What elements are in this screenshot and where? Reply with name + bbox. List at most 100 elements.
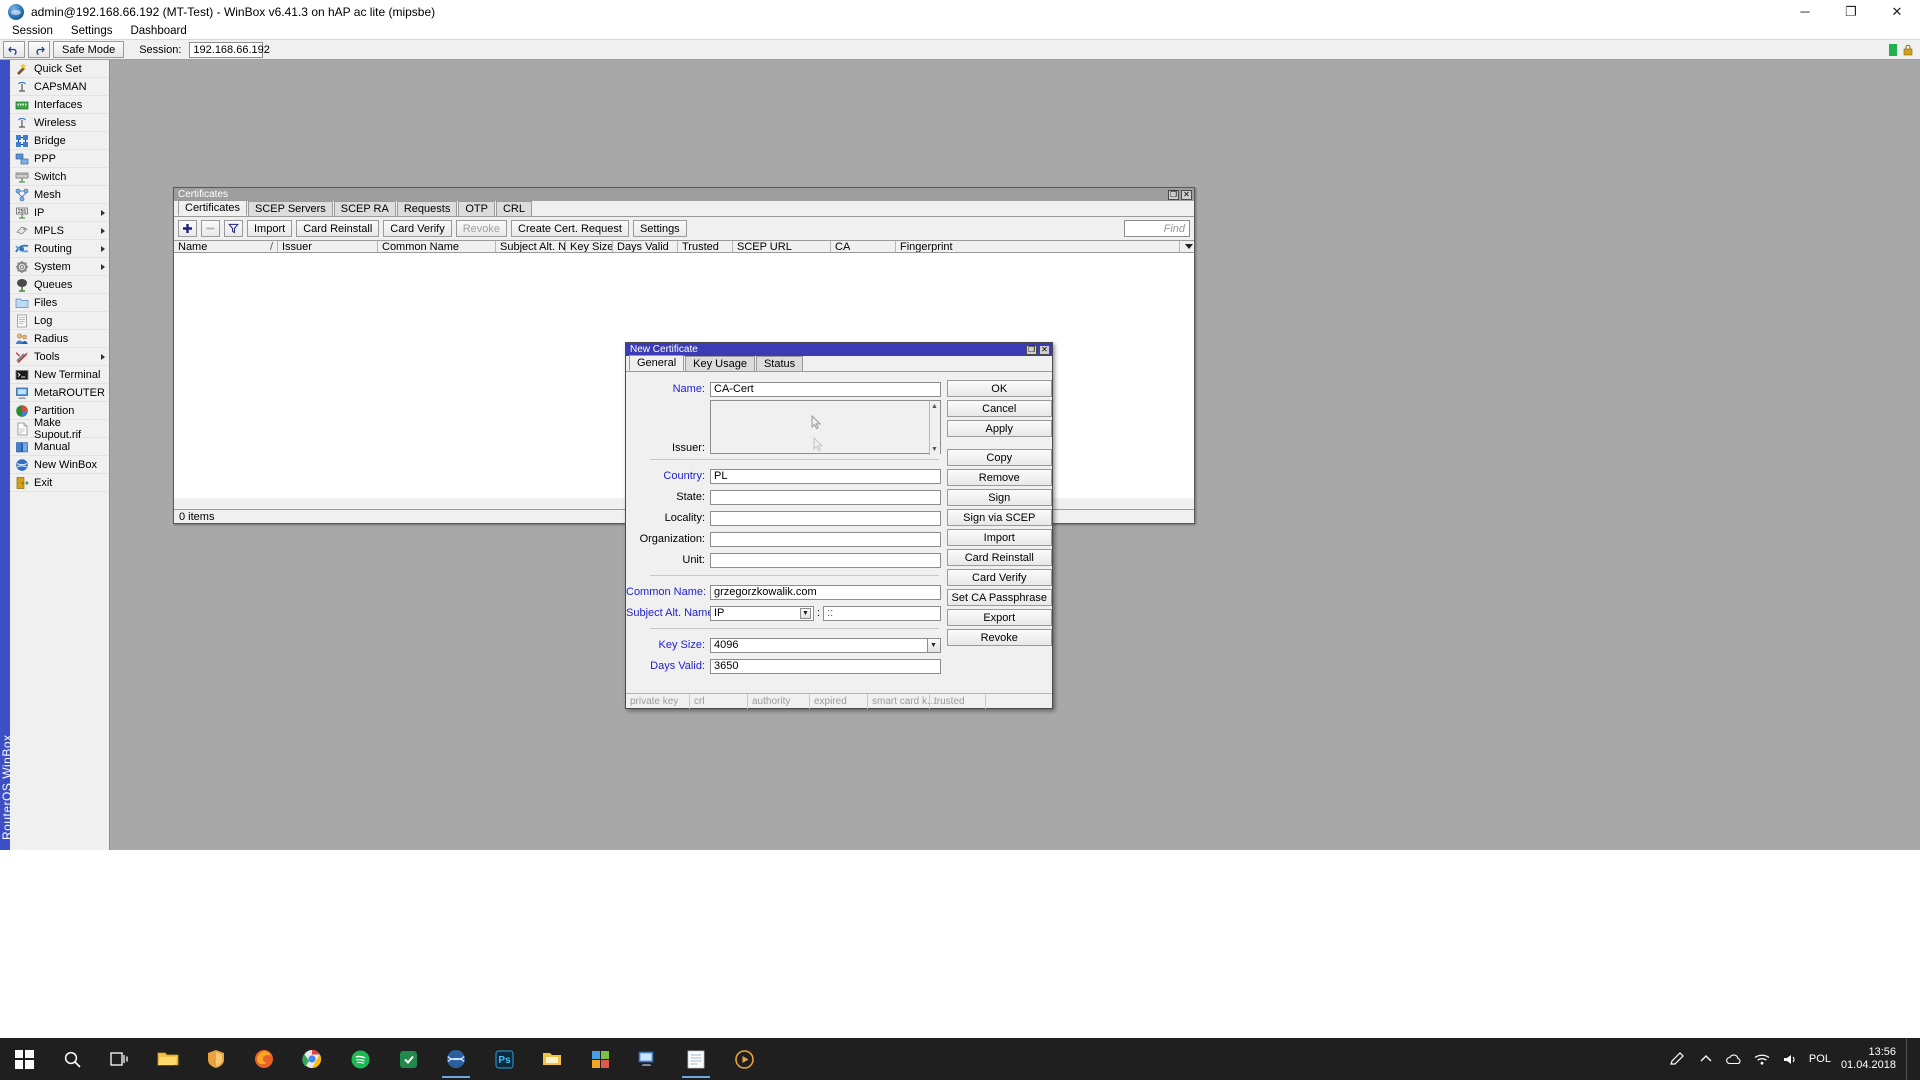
column-header-days-valid[interactable]: Days Valid	[613, 241, 678, 252]
sidebar-item-tools[interactable]: Tools	[10, 348, 109, 366]
ok-button[interactable]: OK	[946, 380, 1052, 397]
export-button[interactable]: Export	[946, 609, 1052, 626]
common-name-field[interactable]: grzegorzkowalik.com	[710, 584, 941, 600]
column-header-scep-url[interactable]: SCEP URL	[733, 241, 831, 252]
clock[interactable]: 13:56 01.04.2018	[1841, 1046, 1896, 1072]
tab-scep-ra[interactable]: SCEP RA	[333, 201, 396, 216]
certificates-close-button[interactable]: ✕	[1181, 189, 1192, 200]
search-icon[interactable]	[48, 1038, 96, 1080]
sidebar-item-mesh[interactable]: Mesh	[10, 186, 109, 204]
windows-start-icon[interactable]	[0, 1038, 48, 1080]
organization-field[interactable]	[710, 531, 941, 547]
column-header-subject-alt[interactable]: Subject Alt. N...	[496, 241, 566, 252]
unit-field[interactable]	[710, 552, 941, 568]
show-hidden-icons-icon[interactable]	[1697, 1050, 1715, 1068]
sidebar-item-switch[interactable]: Switch	[10, 168, 109, 186]
sidebar-item-bridge[interactable]: Bridge	[10, 132, 109, 150]
tab-scep-servers[interactable]: SCEP Servers	[248, 201, 333, 216]
key-size-field[interactable]: 4096	[710, 637, 928, 653]
remove-button[interactable]: Remove	[946, 469, 1052, 486]
card-reinstall-button[interactable]: Card Reinstall	[296, 220, 380, 237]
country-field[interactable]: PL	[710, 468, 941, 484]
sidebar-item-queues[interactable]: Queues	[10, 276, 109, 294]
file-explorer-icon[interactable]	[144, 1038, 192, 1080]
column-header-common-name[interactable]: Common Name	[378, 241, 496, 252]
state-field[interactable]	[710, 489, 941, 505]
dialog-title-bar[interactable]: New Certificate ❐ ✕	[626, 343, 1052, 356]
safe-mode-button[interactable]: Safe Mode	[53, 41, 125, 58]
card-reinstall-button[interactable]: Card Reinstall	[946, 549, 1052, 566]
tab-requests[interactable]: Requests	[396, 201, 458, 216]
add-button[interactable]	[178, 220, 197, 237]
sidebar-item-new-winbox[interactable]: New WinBox	[10, 456, 109, 474]
sidebar-item-quick-set[interactable]: Quick Set	[10, 60, 109, 78]
sidebar-item-capsman[interactable]: CAPsMAN	[10, 78, 109, 96]
column-chooser-button[interactable]	[1180, 241, 1194, 252]
sidebar-item-ip[interactable]: 255 IP	[10, 204, 109, 222]
menu-item-session[interactable]: Session	[3, 25, 62, 37]
redo-button[interactable]	[28, 41, 50, 58]
column-header-name[interactable]: Name /	[174, 241, 278, 252]
session-address-input[interactable]: 192.168.66.192	[189, 41, 270, 58]
dialog-close-button[interactable]: ✕	[1039, 344, 1050, 355]
task-view-icon[interactable]	[96, 1038, 144, 1080]
apply-button[interactable]: Apply	[946, 420, 1052, 437]
shield-icon[interactable]	[192, 1038, 240, 1080]
spotify-icon[interactable]	[336, 1038, 384, 1080]
import-button[interactable]: Import	[247, 220, 293, 237]
tab-status[interactable]: Status	[755, 356, 804, 371]
create-cert-request-button[interactable]: Create Cert. Request	[511, 220, 629, 237]
chrome-icon[interactable]	[288, 1038, 336, 1080]
dialog-restore-button[interactable]: ❐	[1026, 344, 1037, 355]
days-valid-field[interactable]: 3650	[710, 658, 941, 674]
menu-item-settings[interactable]: Settings	[62, 25, 122, 37]
issuer-scrollbar[interactable]: ▲ ▼	[928, 401, 940, 455]
sidebar-item-routing[interactable]: Routing	[10, 240, 109, 258]
remove-button[interactable]	[201, 220, 220, 237]
set-ca-passphrase-button[interactable]: Set CA Passphrase	[946, 589, 1052, 606]
tab-key-usage[interactable]: Key Usage	[685, 356, 755, 371]
column-header-trusted[interactable]: Trusted	[678, 241, 733, 252]
card-verify-button[interactable]: Card Verify	[946, 569, 1052, 586]
tab-crl[interactable]: CRL	[495, 201, 532, 216]
sidebar-item-mpls[interactable]: MPLS	[10, 222, 109, 240]
filter-button[interactable]	[224, 220, 243, 237]
settings-button[interactable]: Settings	[632, 220, 687, 237]
certificates-window-title-bar[interactable]: Certificates ❐ ✕	[174, 188, 1194, 201]
find-input[interactable]: Find	[1124, 220, 1190, 237]
sidebar-item-metarouter[interactable]: MetaROUTER	[10, 384, 109, 402]
sidebar-item-ppp[interactable]: PPP	[10, 150, 109, 168]
sidebar-item-new-terminal[interactable]: New Terminal	[10, 366, 109, 384]
sign-button[interactable]: Sign	[946, 489, 1052, 506]
green-app-icon[interactable]	[384, 1038, 432, 1080]
volume-icon[interactable]	[1781, 1050, 1799, 1068]
certificates-restore-button[interactable]: ❐	[1168, 189, 1179, 200]
scroll-up-icon[interactable]: ▲	[930, 401, 940, 412]
pen-icon[interactable]	[1669, 1050, 1687, 1068]
show-desktop-button[interactable]	[1906, 1038, 1912, 1080]
sidebar-item-exit[interactable]: Exit	[10, 474, 109, 492]
import-button[interactable]: Import	[946, 529, 1052, 546]
sidebar-item-radius[interactable]: Radius	[10, 330, 109, 348]
tab-general[interactable]: General	[629, 355, 685, 371]
onedrive-icon[interactable]	[1725, 1050, 1743, 1068]
revoke-button[interactable]: Revoke	[946, 629, 1052, 646]
remote-desktop-icon[interactable]	[624, 1038, 672, 1080]
sidebar-item-interfaces[interactable]: Interfaces	[10, 96, 109, 114]
scroll-down-icon[interactable]: ▼	[930, 444, 940, 455]
subject-alt-name-value-field[interactable]: ::	[823, 605, 941, 621]
firefox-icon[interactable]	[240, 1038, 288, 1080]
sidebar-item-system[interactable]: System	[10, 258, 109, 276]
key-size-dropdown-icon[interactable]: ▼	[927, 637, 941, 653]
sidebar-item-make-supout[interactable]: Make Supout.rif	[10, 417, 109, 441]
sidebar-item-log[interactable]: Log	[10, 312, 109, 330]
photoshop-icon[interactable]: Ps	[480, 1038, 528, 1080]
locality-field[interactable]	[710, 510, 941, 526]
notepad-icon[interactable]	[672, 1038, 720, 1080]
network-icon[interactable]	[1753, 1050, 1771, 1068]
store-icon[interactable]	[576, 1038, 624, 1080]
close-button[interactable]: ✕	[1874, 0, 1920, 23]
media-icon[interactable]	[720, 1038, 768, 1080]
sidebar-item-manual[interactable]: Manual	[10, 438, 109, 456]
issuer-field[interactable]: ▲ ▼	[710, 400, 941, 455]
